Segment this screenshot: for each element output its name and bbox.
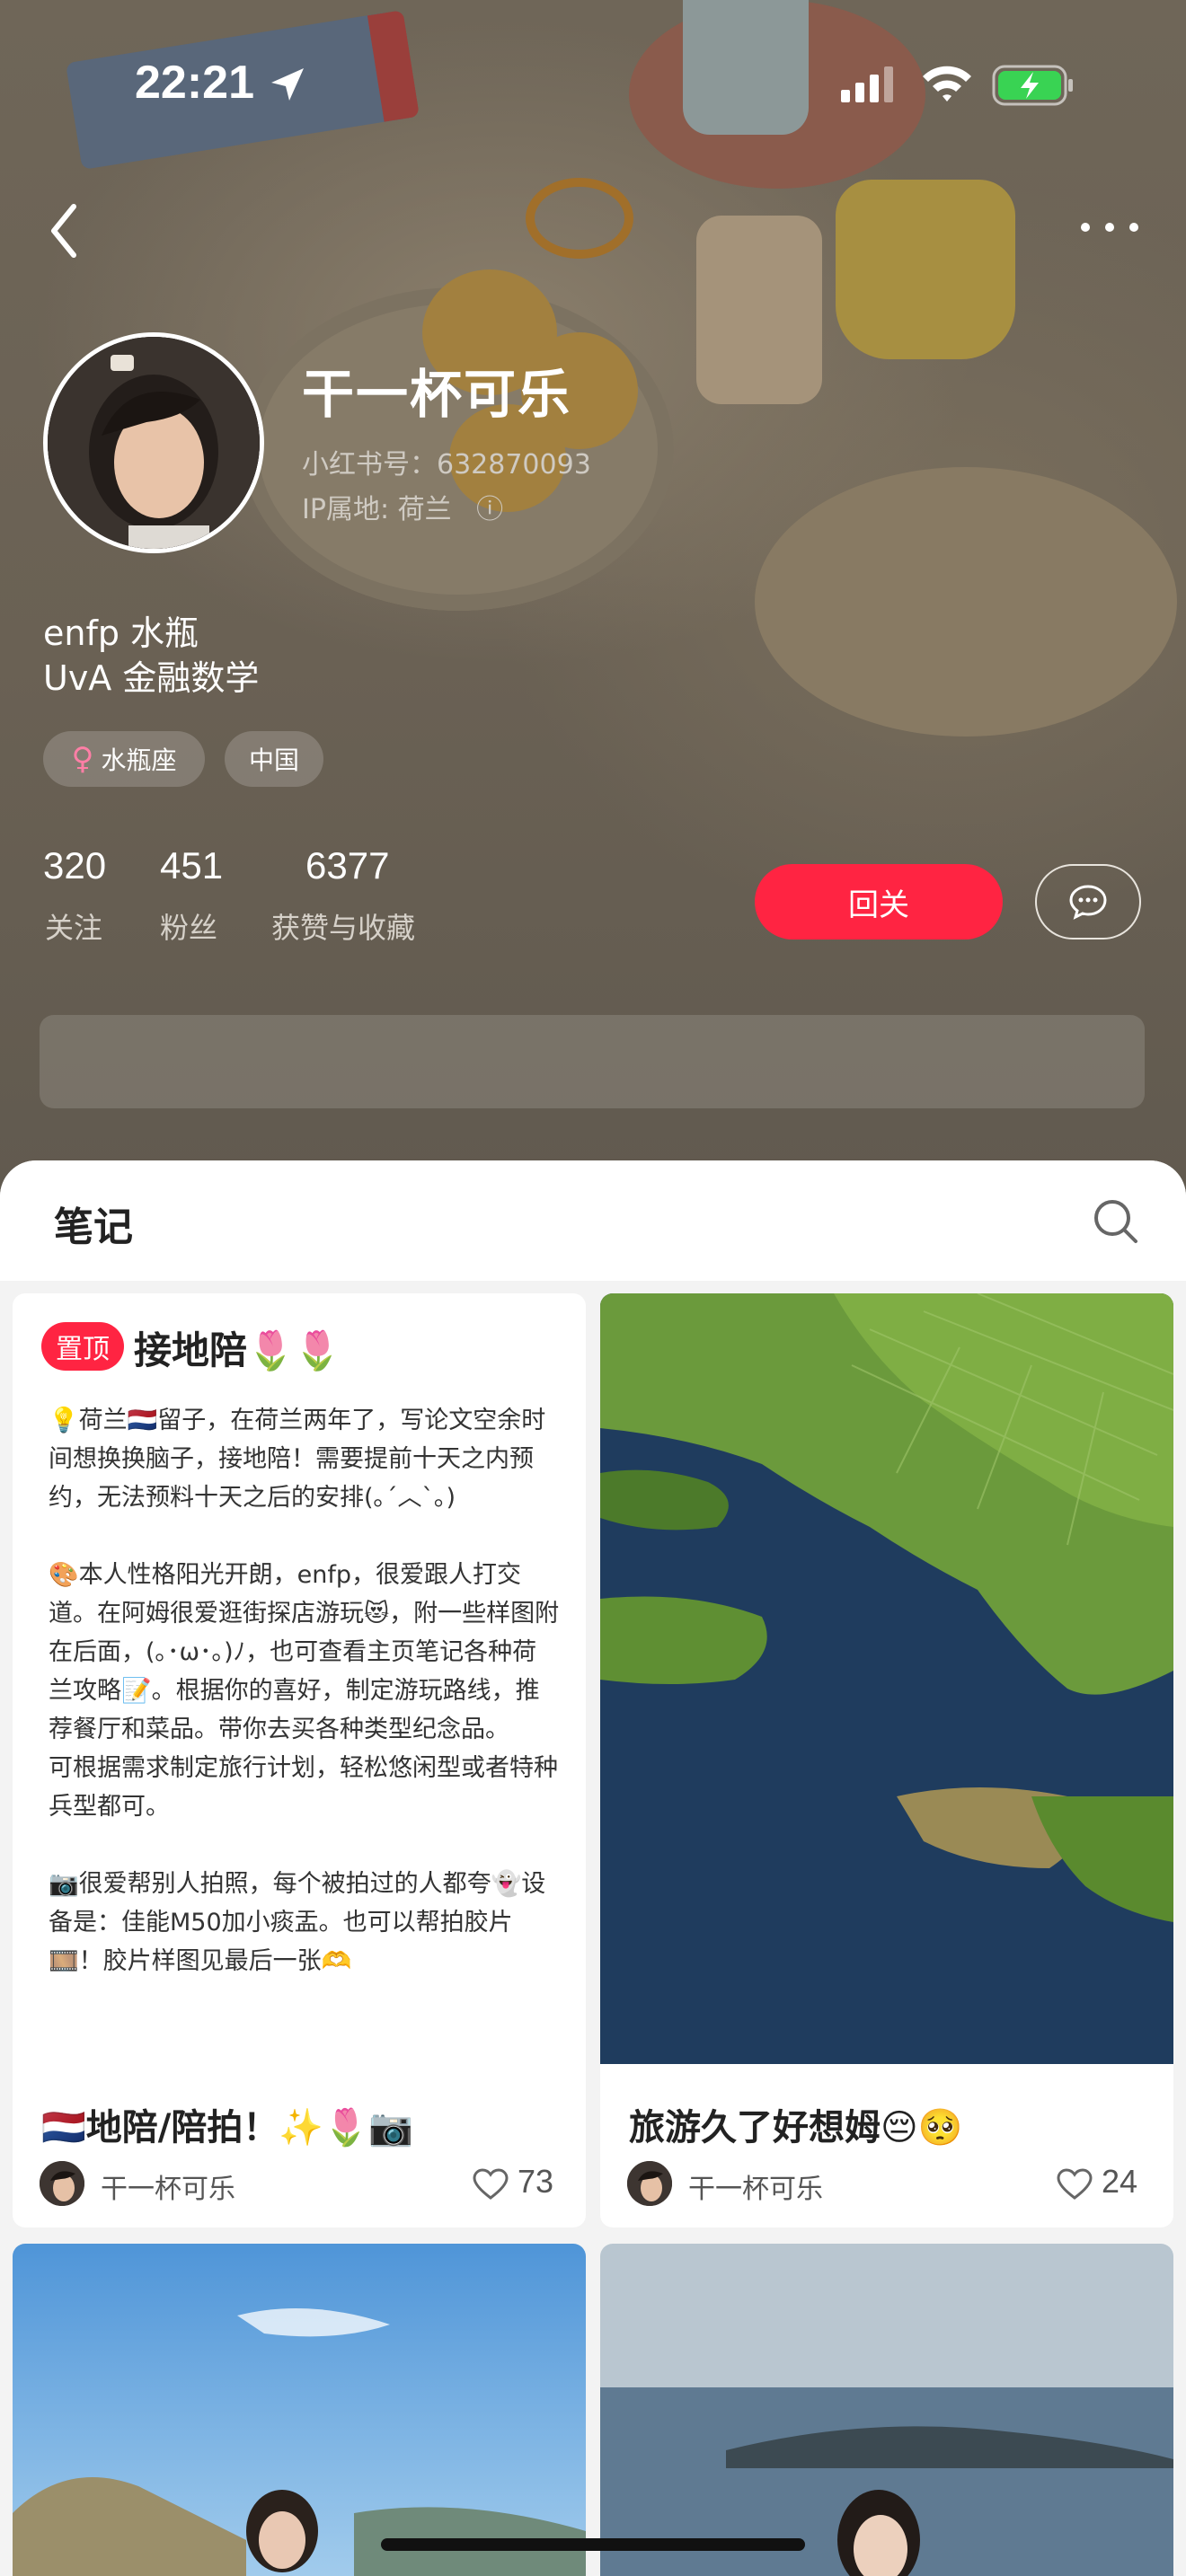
background-decor: [696, 216, 822, 404]
home-indicator[interactable]: [381, 2538, 805, 2551]
note-card[interactable]: 旅游久了好想姆😔🥺 干一杯可乐 24: [600, 1293, 1173, 2228]
followers-label[interactable]: 粉丝: [160, 905, 217, 947]
location-arrow-icon: [271, 68, 304, 101]
likes-collects-count[interactable]: 6377: [305, 844, 389, 887]
bio-line: UvA 金融数学: [43, 658, 260, 698]
note-title: 🇳🇱地陪/陪拍！✨🌷📷: [41, 2107, 413, 2148]
chat-bubble-icon: [1069, 885, 1107, 920]
message-button[interactable]: [1035, 864, 1141, 940]
tag-label: 水瓶座: [101, 745, 177, 775]
note-card[interactable]: 置顶 接地陪🌷🌷 💡荷兰🇳🇱留子，在荷兰两年了，写论文空余时间想换换脑子，接地陪…: [13, 1293, 586, 2228]
pinned-badge: 置顶: [41, 1322, 124, 1371]
background-decor: [836, 180, 1015, 359]
likes-collects-label[interactable]: 获赞与收藏: [271, 905, 415, 947]
heart-icon[interactable]: [473, 2168, 509, 2201]
cover-title: 接地陪🌷🌷: [134, 1328, 341, 1372]
note-cover-image: [13, 2244, 586, 2576]
notice-bar[interactable]: [40, 1015, 1145, 1108]
like-count: 73: [518, 2163, 554, 2200]
status-bar: 22:21: [0, 0, 1186, 171]
ip-location: IP属地: 荷兰 ⓘ: [302, 487, 503, 526]
note-cover-image: [600, 1293, 1173, 2064]
ip-location-text: IP属地: 荷兰: [302, 494, 452, 525]
heart-icon[interactable]: [1057, 2168, 1093, 2201]
profile-name: 干一杯可乐: [302, 364, 572, 425]
tag-label: 中国: [248, 745, 299, 775]
background-decor: [755, 467, 1177, 737]
back-icon[interactable]: [47, 199, 83, 262]
note-card[interactable]: [600, 2244, 1173, 2576]
profile-header: 22:21 干一杯可乐 小红书号：632870093 IP属地: 荷兰 ⓘ en…: [0, 0, 1186, 1195]
author-name[interactable]: 干一杯可乐: [688, 2166, 823, 2206]
author-name[interactable]: 干一杯可乐: [101, 2166, 235, 2206]
author-avatar[interactable]: [627, 2161, 672, 2206]
signal-icon: [841, 66, 893, 102]
tag-region: 中国: [225, 731, 323, 787]
following-count[interactable]: 320: [43, 844, 106, 887]
status-time: 22:21: [135, 57, 254, 109]
note-title: 旅游久了好想姆😔🥺: [629, 2107, 963, 2148]
tab-notes[interactable]: 笔记: [54, 1195, 133, 1252]
note-card[interactable]: [13, 2244, 586, 2576]
notes-sheet: 笔记 置顶 接地陪🌷🌷 💡荷兰🇳🇱留子，在荷兰两年了，写论文空余时间想换换脑子，…: [0, 1160, 1186, 2576]
female-icon: ♀: [71, 741, 94, 777]
tag-zodiac: ♀ 水瓶座: [43, 731, 205, 787]
wifi-icon: [923, 66, 971, 101]
battery-icon: [992, 65, 1073, 106]
note-cover-image: [600, 2244, 1173, 2576]
bio-line: enfp 水瓶: [43, 613, 199, 653]
search-icon[interactable]: [1091, 1196, 1141, 1247]
following-label[interactable]: 关注: [45, 905, 102, 947]
avatar[interactable]: [43, 332, 264, 553]
cover-text: 💡荷兰🇳🇱留子，在荷兰两年了，写论文空余时间想换换脑子，接地陪！需要提前十天之内…: [49, 1407, 560, 1975]
background-decor: [526, 178, 633, 259]
followers-count[interactable]: 451: [160, 844, 223, 887]
info-icon[interactable]: ⓘ: [476, 494, 503, 525]
follow-back-button[interactable]: 回关: [755, 864, 1003, 940]
more-icon[interactable]: [1078, 214, 1141, 241]
red-id: 小红书号：632870093: [302, 449, 591, 481]
author-avatar[interactable]: [40, 2161, 84, 2206]
like-count: 24: [1102, 2163, 1138, 2200]
notes-header: 笔记: [0, 1160, 1186, 1281]
